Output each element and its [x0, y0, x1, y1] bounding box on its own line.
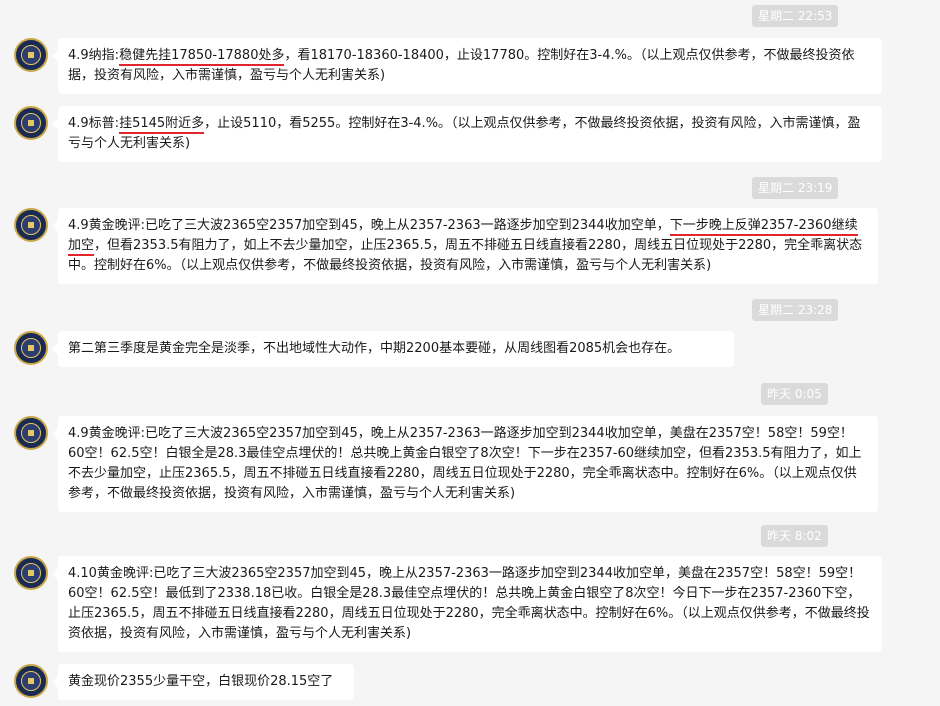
avatar[interactable]: [14, 38, 48, 72]
avatar[interactable]: [14, 331, 48, 365]
message-text: 第二第三季度是黄金完全是淡季，不出地域性大动作，中期2200基本要碰，从周线图看…: [68, 341, 681, 356]
message-prefix: 4.9标普:: [68, 116, 120, 131]
message-prefix: 4.9黄金晚评:已吃了三大波2365空2357加空到45，晚上从2357-236…: [68, 218, 670, 233]
avatar[interactable]: [14, 106, 48, 140]
message-text: 4.10黄金晚评:已吃了三大波2365空2357加空到45，晚上从2357-23…: [68, 566, 870, 641]
highlighted-text: 挂5145附近多: [119, 116, 205, 134]
avatar[interactable]: [14, 208, 48, 242]
logo-icon: [21, 338, 41, 358]
message-bubble[interactable]: 4.10黄金晚评:已吃了三大波2365空2357加空到45，晚上从2357-23…: [52, 556, 882, 652]
avatar[interactable]: [14, 556, 48, 590]
highlighted-text: 稳健先挂17850-17880处多: [119, 48, 285, 66]
logo-icon: [21, 563, 41, 583]
logo-icon: [21, 423, 41, 443]
message-bubble[interactable]: 黄金现价2355少量干空，白银现价28.15空了: [52, 664, 354, 700]
message-text: 黄金现价2355少量干空，白银现价28.15空了: [68, 674, 334, 689]
timestamp: 昨天 8:02: [761, 525, 828, 547]
avatar[interactable]: [14, 664, 48, 698]
message-prefix: 4.9纳指:: [68, 48, 120, 63]
timestamp: 星期二 23:28: [752, 299, 839, 321]
message-bubble[interactable]: 4.9黄金晚评:已吃了三大波2365空2357加空到45，晚上从2357-236…: [52, 208, 878, 284]
logo-icon: [21, 45, 41, 65]
message-bubble[interactable]: 第二第三季度是黄金完全是淡季，不出地域性大动作，中期2200基本要碰，从周线图看…: [52, 331, 734, 367]
timestamp: 星期二 22:53: [752, 5, 839, 27]
message-text: 4.9黄金晚评:已吃了三大波2365空2357加空到45，晚上从2357-236…: [68, 426, 862, 501]
avatar[interactable]: [14, 416, 48, 450]
message-bubble[interactable]: 4.9黄金晚评:已吃了三大波2365空2357加空到45，晚上从2357-236…: [52, 416, 878, 512]
logo-icon: [21, 215, 41, 235]
logo-icon: [21, 113, 41, 133]
message-bubble[interactable]: 4.9标普:挂5145附近多，止设5110，看5255。控制好在3-4.%。（以…: [52, 106, 882, 162]
message-text: ，但看2353.5有阻力了，如上不去少量加空，止压2365.5，周五不排碰五日线…: [68, 238, 863, 273]
logo-icon: [21, 671, 41, 691]
timestamp: 昨天 0:05: [761, 383, 828, 405]
message-bubble[interactable]: 4.9纳指:稳健先挂17850-17880处多，看18170-18360-184…: [52, 38, 882, 94]
timestamp: 星期二 23:19: [752, 177, 839, 199]
